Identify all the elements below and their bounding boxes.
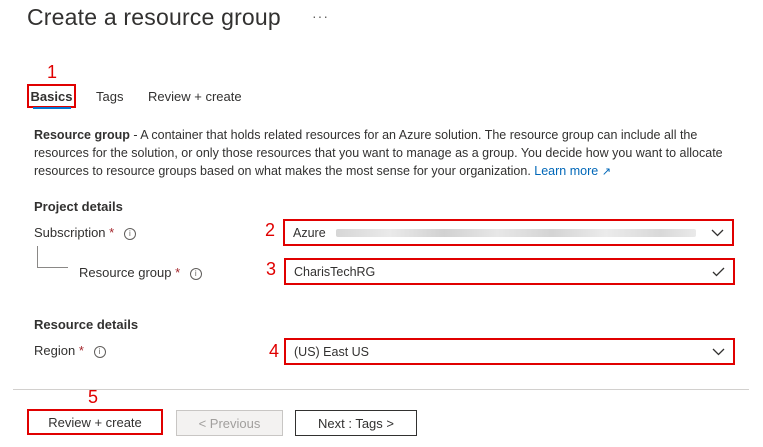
previous-button[interactable]: < Previous bbox=[176, 410, 283, 436]
footer-divider bbox=[13, 389, 749, 390]
description-body: - A container that holds related resourc… bbox=[34, 128, 723, 178]
page-title: Create a resource group bbox=[27, 4, 281, 30]
info-icon[interactable]: i bbox=[93, 346, 106, 358]
learn-more-link[interactable]: Learn more bbox=[534, 164, 598, 178]
description-lead: Resource group bbox=[34, 128, 130, 142]
region-value: (US) East US bbox=[294, 344, 370, 359]
required-indicator: * bbox=[78, 343, 84, 358]
redacted-subscription-id bbox=[335, 229, 696, 238]
callout-number-5: 5 bbox=[88, 387, 99, 407]
resource-group-description: Resource group - A container that holds … bbox=[34, 126, 748, 181]
checkmark-icon bbox=[709, 264, 727, 280]
tree-connector-vertical bbox=[37, 246, 38, 267]
external-link-icon: ↗ bbox=[601, 166, 611, 178]
info-icon[interactable]: i bbox=[189, 268, 202, 280]
required-indicator: * bbox=[175, 265, 181, 280]
resource-group-input[interactable]: CharisTechRG bbox=[284, 258, 735, 285]
callout-number-4: 4 bbox=[269, 341, 280, 361]
callout-number-2: 2 bbox=[265, 220, 276, 240]
callout-number-3: 3 bbox=[266, 259, 277, 279]
review-create-button[interactable]: Review + create bbox=[27, 409, 163, 435]
info-icon[interactable]: i bbox=[123, 228, 136, 240]
resource-group-label-row: Resource group * i bbox=[79, 265, 202, 280]
tab-basics-label: Basics bbox=[30, 88, 73, 104]
tree-connector-horizontal bbox=[37, 267, 68, 268]
resource-group-label: Resource group bbox=[79, 265, 172, 280]
active-tab-indicator bbox=[33, 107, 71, 109]
next-tags-button[interactable]: Next : Tags > bbox=[295, 410, 417, 436]
subscription-label: Subscription bbox=[34, 225, 106, 240]
tab-tags[interactable]: Tags bbox=[96, 89, 123, 104]
project-details-heading: Project details bbox=[34, 199, 123, 214]
required-indicator: * bbox=[109, 225, 115, 240]
subscription-value: Azure bbox=[293, 225, 326, 240]
tab-review-create[interactable]: Review + create bbox=[148, 89, 242, 104]
region-label-row: Region * i bbox=[34, 343, 106, 358]
resource-details-heading: Resource details bbox=[34, 317, 139, 332]
chevron-down-icon bbox=[709, 344, 727, 359]
chevron-down-icon bbox=[708, 225, 726, 240]
subscription-label-row: Subscription * i bbox=[34, 225, 136, 240]
region-label: Region bbox=[34, 343, 76, 358]
callout-number-1: 1 bbox=[47, 62, 58, 82]
more-options-icon[interactable]: ··· bbox=[312, 8, 329, 24]
tab-basics[interactable]: Basics bbox=[27, 84, 76, 108]
region-select[interactable]: (US) East US bbox=[284, 338, 735, 365]
resource-group-value: CharisTechRG bbox=[294, 264, 376, 279]
subscription-select[interactable]: Azure bbox=[283, 219, 734, 246]
